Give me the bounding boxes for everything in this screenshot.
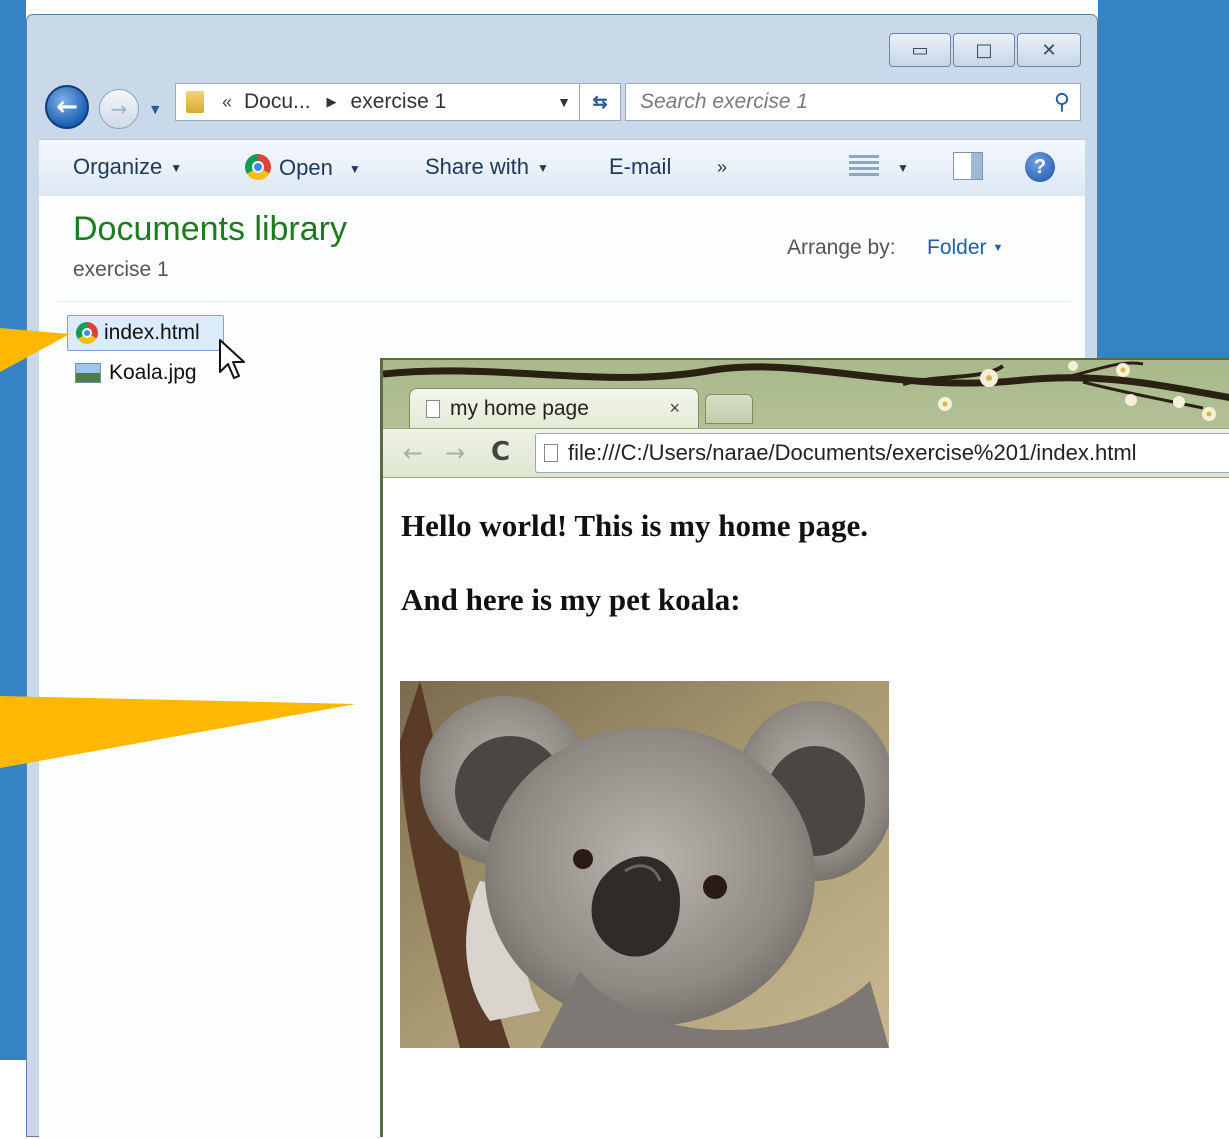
help-button[interactable]: ? (1025, 152, 1055, 182)
breadcrumb-separator-icon[interactable]: ▶ (327, 94, 337, 110)
recent-pages-dropdown[interactable]: ▼ (151, 103, 159, 116)
back-arrow-icon: ← (56, 92, 78, 122)
address-bar[interactable]: « Docu... ▶ exercise 1 ▼ ⇆ (175, 83, 621, 121)
file-item-koala-jpg[interactable]: Koala.jpg (75, 361, 197, 385)
file-name: index.html (104, 321, 200, 344)
preview-pane-icon (953, 152, 983, 180)
chevron-down-icon: ▼ (897, 161, 909, 176)
address-dropdown-icon[interactable]: ▼ (557, 94, 571, 110)
minimize-icon: ▭ (911, 39, 929, 61)
arrange-by-label: Arrange by: (787, 236, 896, 259)
search-icon[interactable]: ⚲ (1054, 89, 1070, 115)
more-commands-button[interactable]: » (717, 157, 727, 178)
page-subheading: And here is my pet koala: (401, 582, 741, 617)
back-arrow-icon[interactable]: ← (403, 439, 423, 467)
desktop-background (1098, 0, 1229, 360)
browser-tab[interactable]: my home page × (409, 388, 699, 428)
chevron-down-icon: ▼ (170, 161, 183, 176)
organize-label: Organize (73, 154, 163, 179)
window-controls: ▭ □ ✕ (889, 33, 1081, 67)
tab-title: my home page (450, 396, 589, 420)
breadcrumb-exercise[interactable]: exercise 1 (351, 90, 447, 114)
url-text: file:///C:/Users/narae/Documents/exercis… (568, 440, 1137, 465)
breadcrumb-overflow[interactable]: « (222, 92, 232, 113)
share-with-button[interactable]: Share with ▼ (425, 154, 549, 180)
page-icon (426, 399, 440, 418)
refresh-icon: ⇆ (592, 91, 608, 112)
chrome-icon (245, 154, 271, 180)
refresh-button[interactable]: ⇆ (579, 84, 620, 120)
koala-image (400, 681, 889, 1048)
search-placeholder: Search exercise 1 (640, 90, 809, 113)
file-name: Koala.jpg (109, 361, 197, 384)
search-input[interactable]: Search exercise 1 ⚲ (625, 83, 1081, 121)
reload-icon[interactable]: C (491, 437, 510, 467)
folder-icon (186, 91, 204, 113)
mouse-cursor-icon (219, 339, 245, 379)
browser-titlebar: my home page × ← → C file:///C:/Users/na… (383, 360, 1229, 478)
preview-pane-button[interactable] (953, 152, 983, 180)
chevron-down-icon: ▼ (348, 162, 361, 177)
forward-arrow-icon[interactable]: → (445, 439, 465, 467)
chrome-browser-window: my home page × ← → C file:///C:/Users/na… (380, 358, 1229, 1139)
command-bar: Organize ▼ Open ▼ Share with ▼ E-mail » ▼ ? (39, 139, 1085, 197)
arrange-by-value: Folder (927, 236, 987, 259)
minimize-button[interactable]: ▭ (889, 33, 951, 67)
chrome-icon (76, 322, 98, 344)
chevron-down-icon: ▼ (992, 242, 1004, 255)
open-label: Open (279, 155, 333, 180)
organize-button[interactable]: Organize ▼ (73, 154, 182, 180)
file-item-index-html[interactable]: index.html (67, 315, 224, 351)
image-file-icon (75, 363, 101, 383)
help-icon: ? (1025, 152, 1055, 182)
arrange-by-dropdown[interactable]: Folder ▼ (927, 236, 1003, 260)
close-tab-icon[interactable]: × (669, 398, 680, 419)
maximize-button[interactable]: □ (953, 33, 1015, 67)
maximize-icon: □ (975, 39, 993, 61)
page-heading: Hello world! This is my home page. (401, 508, 869, 543)
url-bar[interactable]: file:///C:/Users/narae/Documents/exercis… (535, 433, 1229, 473)
page-icon (544, 444, 558, 462)
change-view-button[interactable]: ▼ (849, 154, 909, 180)
forward-button[interactable]: → (99, 89, 139, 129)
chevron-down-icon: ▼ (536, 161, 549, 176)
breadcrumb-documents[interactable]: Docu... (244, 90, 311, 114)
library-title: Documents library (73, 210, 347, 248)
close-button[interactable]: ✕ (1017, 33, 1081, 67)
library-subtitle: exercise 1 (73, 258, 169, 281)
share-with-label: Share with (425, 154, 529, 179)
views-icon (849, 155, 879, 179)
desktop-background-left (0, 0, 26, 1060)
web-page-content: Hello world! This is my home page. And h… (383, 478, 1229, 1139)
chevron-down-icon: ▼ (151, 103, 160, 116)
email-button[interactable]: E-mail (609, 154, 671, 180)
back-button[interactable]: ← (45, 85, 89, 129)
close-icon: ✕ (1041, 39, 1057, 61)
open-button[interactable]: Open ▼ (245, 154, 361, 181)
browser-toolbar: ← → C file:///C:/Users/narae/Documents/e… (383, 428, 1229, 478)
new-tab-button[interactable] (705, 394, 753, 424)
desktop-edge (0, 1060, 26, 1137)
forward-arrow-icon: → (110, 97, 128, 121)
divider (59, 301, 1069, 302)
